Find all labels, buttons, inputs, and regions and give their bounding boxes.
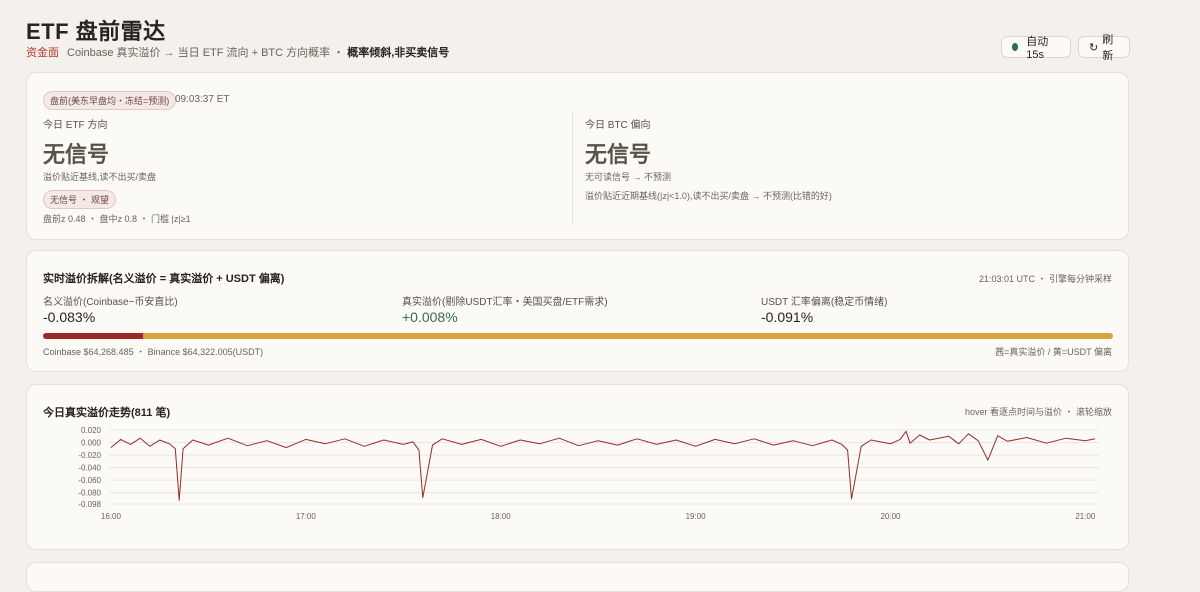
- real-premium-bar-segment: [43, 333, 143, 339]
- x-tick-label: 18:00: [491, 512, 512, 521]
- premium-trend-card: 今日真实溢价走势(811 笔) hover 看逐点时间与溢价 ・ 滚轮缩放 0.…: [26, 384, 1129, 550]
- auto-refresh-label: 自动 15s: [1026, 36, 1049, 61]
- premium-title: 实时溢价拆解(名义溢价 = 真实溢价 + USDT 偏离): [43, 273, 285, 285]
- btc-bias-value: 无信号: [585, 142, 652, 167]
- real-premium-value: +0.008%: [402, 309, 458, 325]
- etf-signal-tag: 无信号 ・ 观望: [43, 190, 117, 209]
- nominal-premium-value: -0.083%: [43, 309, 96, 325]
- refresh-label: 刷新: [1102, 34, 1114, 62]
- y-tick-label: -0.040: [78, 464, 101, 473]
- etf-direction-value: 无信号: [43, 142, 110, 167]
- premium-meta: 21:03:01 UTC ・ 引擎每分钟采样: [978, 274, 1112, 284]
- page-title: ETF 盘前雷达: [26, 19, 166, 44]
- status-dot-icon: [1012, 43, 1019, 51]
- btc-bias-detail: 溢价贴近近期基线(|z|<1.0),读不出买/卖盘 → 不预测(比错的好): [585, 191, 832, 201]
- subtitle-tag: 资金面: [26, 47, 59, 59]
- auto-refresh-toggle[interactable]: 自动 15s: [1001, 36, 1071, 61]
- premium-split-bar: [43, 333, 1113, 339]
- x-tick-label: 17:00: [296, 512, 317, 521]
- y-tick-label: 0.020: [81, 426, 102, 435]
- session-status-badge: 盘前(美东早盘均・冻结=预测): [43, 91, 177, 110]
- nominal-premium-label: 名义溢价(Coinbase−币安直比): [43, 297, 178, 308]
- signal-card: 盘前(美东早盘均・冻结=预测) 09:03:37 ET 今日 ETF 方向 无信…: [26, 72, 1129, 240]
- y-tick-label: -0.098: [78, 500, 101, 509]
- refresh-icon: ↻: [1089, 41, 1099, 54]
- etf-direction-label: 今日 ETF 方向: [43, 120, 108, 131]
- x-tick-label: 19:00: [686, 512, 707, 521]
- etf-zscore-text: 盘前z 0.48 ・ 盘中z 0.8 ・ 门槛 |z|≥1: [43, 214, 191, 224]
- next-card: [26, 562, 1129, 592]
- btc-bias-desc: 无可读信号 → 不预测: [585, 172, 672, 182]
- etf-direction-desc: 溢价贴近基线,读不出买/卖盘: [43, 172, 157, 182]
- x-tick-label: 16:00: [101, 512, 122, 521]
- subtitle-text: Coinbase 真实溢价 → 当日 ETF 流向 + BTC 方向概率 ・: [67, 47, 345, 59]
- page-subtitle: 资金面 Coinbase 真实溢价 → 当日 ETF 流向 + BTC 方向概率 …: [26, 44, 449, 60]
- y-tick-label: -0.060: [78, 476, 101, 485]
- btc-bias-label: 今日 BTC 偏向: [585, 120, 651, 131]
- real-premium-label: 真实溢价(剔除USDT汇率・美国买盘/ETF需求): [402, 297, 608, 308]
- series-line: [110, 430, 1096, 501]
- premium-trend-chart[interactable]: 0.020 0.000 -0.020 -0.040 -0.060 -0.080 -0.098…: [27, 385, 1130, 551]
- refresh-button[interactable]: ↻ 刷新: [1078, 34, 1130, 62]
- usdt-deviation-value: -0.091%: [761, 309, 814, 325]
- x-tick-label: 21:00: [1075, 512, 1096, 521]
- y-tick-label: 0.000: [81, 439, 102, 448]
- bar-legend: 茜=真实溢价 / 黄=USDT 偏离: [995, 347, 1112, 357]
- signal-divider: [572, 113, 573, 223]
- premium-breakdown-card: 实时溢价拆解(名义溢价 = 真实溢价 + USDT 偏离) 21:03:01 U…: [26, 250, 1129, 372]
- signal-time: 09:03:37 ET: [175, 94, 230, 105]
- exchange-prices: Coinbase $64,268.485 ・ Binance $64,322.0…: [43, 347, 264, 357]
- subtitle-strong: 概率倾斜,非买卖信号: [347, 47, 450, 59]
- usdt-deviation-label: USDT 汇率偏离(稳定币情绪): [761, 297, 888, 308]
- y-tick-label: -0.080: [78, 489, 101, 498]
- y-tick-label: -0.020: [78, 451, 101, 460]
- x-tick-label: 20:00: [880, 512, 901, 521]
